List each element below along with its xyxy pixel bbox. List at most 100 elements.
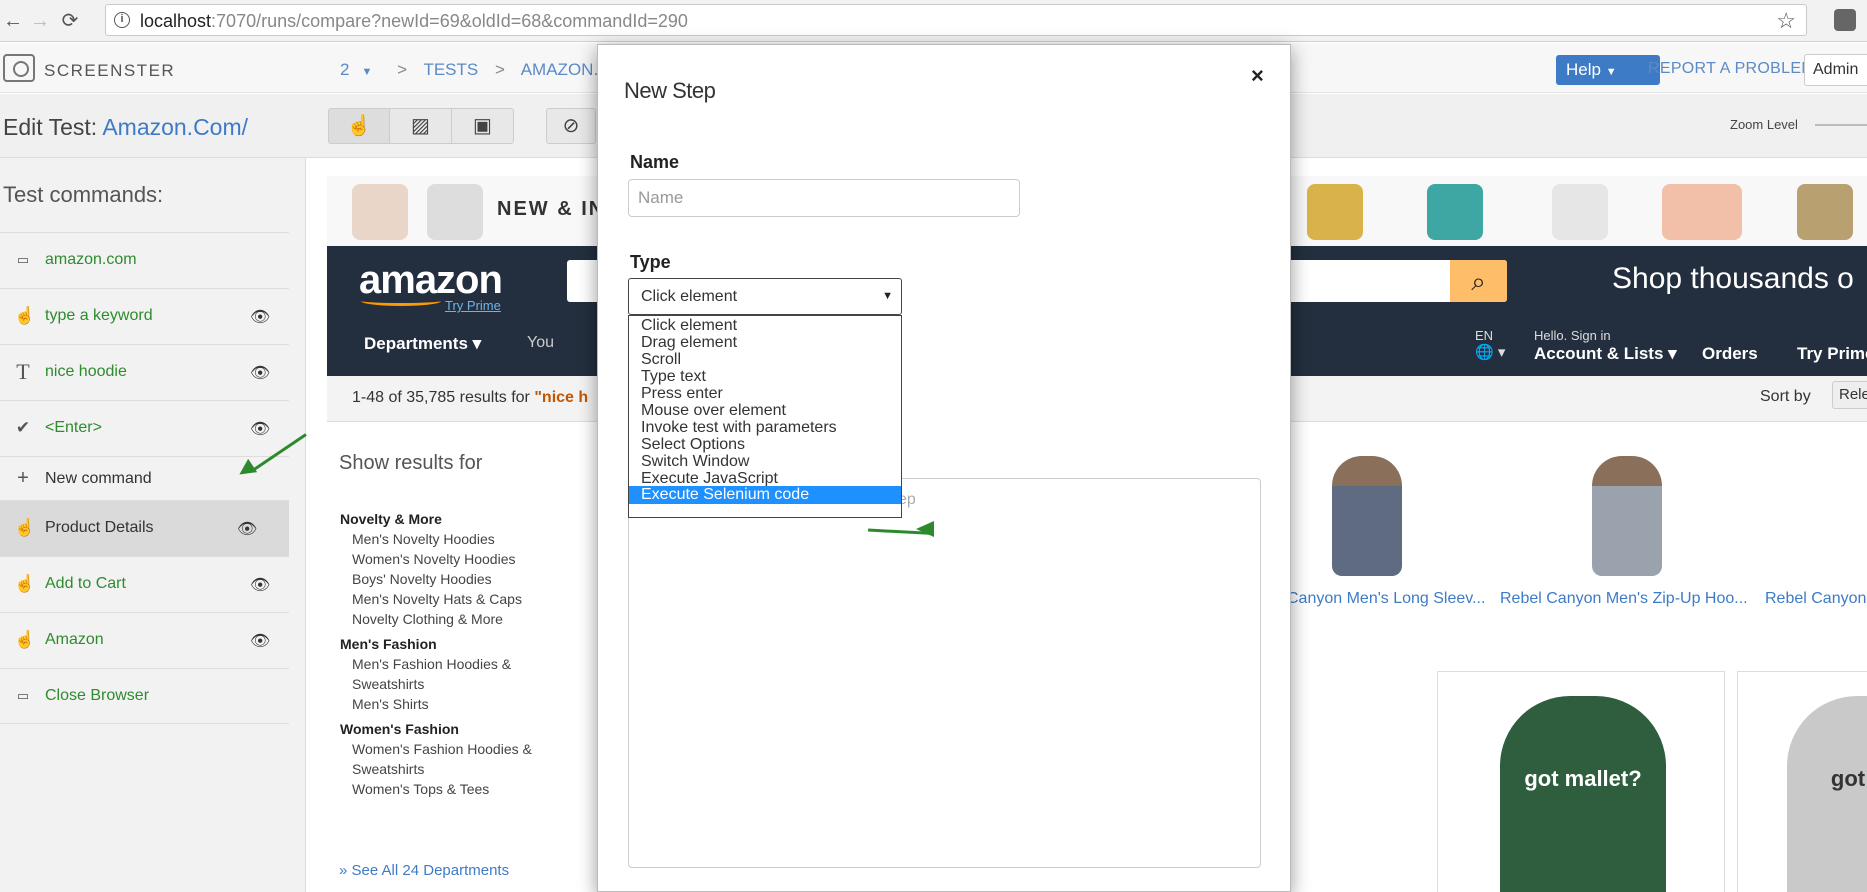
filter-link[interactable]: Women's Novelty Hoodies — [352, 551, 515, 567]
brand-name: SCREENSTER — [44, 61, 176, 80]
promo-text: NEW & IN — [497, 198, 606, 220]
pointer-tool-button[interactable]: ☝ — [328, 108, 390, 144]
filter-category[interactable]: Women's Fashion — [340, 721, 459, 737]
filter-link[interactable]: Men's Novelty Hats & Caps — [352, 591, 522, 607]
type-label: Type — [630, 252, 671, 272]
eye-icon[interactable]: 👁 — [237, 519, 257, 539]
forward-icon[interactable]: → — [27, 8, 53, 34]
extension-icon[interactable] — [1834, 9, 1856, 31]
filter-link[interactable]: Sweatshirts — [352, 676, 424, 692]
promo-thumbnail — [352, 184, 408, 240]
pointer-icon: ☝ — [14, 574, 36, 593]
test-title[interactable]: Amazon.Com/ — [102, 114, 248, 140]
try-prime-nav-link[interactable]: Try Prime — [1797, 344, 1867, 364]
reload-icon[interactable]: ⟳ — [57, 8, 83, 34]
product-title[interactable]: Canyon Men's Long Sleev... — [1287, 590, 1485, 608]
product-image[interactable] — [1332, 456, 1402, 576]
eye-icon[interactable]: 👁 — [250, 363, 270, 383]
command-item[interactable]: ☝ Amazon 👁 — [0, 612, 289, 668]
name-label: Name — [630, 152, 680, 172]
departments-menu[interactable]: Departments ▾ — [364, 334, 481, 354]
page-title: Edit Test: Amazon.Com/ — [3, 114, 249, 140]
command-item[interactable]: ▭ Close Browser — [0, 668, 289, 724]
type-option-highlighted[interactable]: Execute Selenium code — [629, 486, 901, 504]
address-bar[interactable]: i localhost:7070/runs/compare?newId=69&o… — [105, 4, 1807, 36]
breadcrumb-separator: > — [397, 60, 408, 79]
try-prime-link[interactable]: Try Prime — [445, 298, 501, 313]
command-label: type a keyword — [45, 307, 153, 324]
command-item[interactable]: ✔ <Enter> 👁 — [0, 400, 289, 456]
ignore-region-tool-button[interactable]: ▨ — [390, 108, 452, 144]
eye-icon[interactable]: 👁 — [250, 575, 270, 595]
command-item[interactable]: ☝ Add to Cart 👁 — [0, 556, 289, 612]
command-label: New command — [45, 470, 152, 487]
back-icon[interactable]: ← — [0, 8, 26, 34]
report-problem-link[interactable]: REPORT A PROBLEM — [1648, 60, 1815, 78]
eye-icon[interactable]: 👁 — [250, 419, 270, 439]
product-title[interactable]: Rebel Canyon Men's Zip-Up Hoo... — [1500, 590, 1748, 608]
product-title[interactable]: Rebel Canyon — [1765, 590, 1866, 608]
pointer-icon: ☝ — [14, 630, 36, 649]
command-item[interactable]: ☝ type a keyword 👁 — [0, 288, 289, 344]
new-step-modal: New Step × Name Type ep Click element ▼ … — [597, 44, 1291, 892]
amazon-smile-icon — [361, 296, 441, 306]
sidebar-title: Test commands: — [3, 182, 164, 207]
bookmark-star-icon[interactable]: ☆ — [1776, 8, 1796, 34]
type-select[interactable]: Click element ▼ — [628, 278, 902, 315]
text-icon: T — [16, 359, 30, 384]
disable-icon-button[interactable]: ⊘ — [546, 108, 596, 144]
browser-icon: ▭ — [16, 252, 30, 267]
filter-category[interactable]: Novelty & More — [340, 511, 442, 527]
promo-thumbnail — [1662, 184, 1742, 240]
breadcrumb-tests[interactable]: TESTS — [423, 60, 478, 79]
command-label: Add to Cart — [45, 575, 126, 592]
browser-icon: ▭ — [16, 688, 30, 703]
orders-link[interactable]: Orders — [1702, 344, 1758, 364]
filter-heading: Show results for — [339, 452, 483, 474]
product-image[interactable] — [1592, 456, 1662, 576]
command-item-selected[interactable]: ☝ Product Details 👁 — [0, 500, 289, 556]
filter-link[interactable]: Sweatshirts — [352, 761, 424, 777]
plus-icon: + — [17, 467, 29, 489]
filter-link[interactable]: Women's Fashion Hoodies & — [352, 741, 532, 757]
product-hoodie-image[interactable]: got jet l — [1787, 696, 1867, 892]
save-button[interactable]: ▣ — [452, 108, 514, 144]
search-icon[interactable]: ⌕ — [1450, 260, 1507, 302]
close-icon[interactable]: × — [1251, 63, 1264, 89]
command-label: nice hoodie — [45, 363, 127, 380]
filter-category[interactable]: Men's Fashion — [340, 636, 437, 652]
command-label: Amazon — [45, 631, 104, 648]
command-label: Product Details — [45, 519, 154, 536]
sort-select[interactable]: Releva — [1832, 381, 1867, 409]
pointer-icon: ☝ — [14, 518, 36, 537]
name-input[interactable] — [628, 179, 1020, 217]
command-item[interactable]: ▭ amazon.com — [0, 232, 289, 288]
step-code-textarea[interactable] — [628, 478, 1261, 868]
help-button[interactable]: Help ▼ — [1556, 55, 1660, 85]
eye-icon[interactable]: 👁 — [250, 631, 270, 651]
filter-link[interactable]: Women's Tops & Tees — [352, 781, 489, 797]
dropdown-caret-icon: ▼ — [882, 290, 893, 302]
filter-link[interactable]: Novelty Clothing & More — [352, 611, 503, 627]
language-selector[interactable]: EN 🌐 ▾ — [1475, 328, 1505, 361]
promo-thumbnail — [1427, 184, 1483, 240]
account-lists-menu[interactable]: Account & Lists ▾ — [1534, 344, 1677, 364]
chevron-down-icon[interactable]: ▼ — [361, 66, 372, 78]
command-item[interactable]: T nice hoodie 👁 — [0, 344, 289, 400]
user-menu[interactable]: Admin — [1804, 54, 1867, 86]
eye-icon[interactable]: 👁 — [250, 307, 270, 327]
info-icon[interactable]: i — [114, 12, 130, 28]
zoom-slider[interactable] — [1815, 124, 1867, 126]
see-all-departments-link[interactable]: » See All 24 Departments — [339, 862, 509, 879]
product-hoodie-image[interactable]: got mallet? — [1500, 696, 1666, 892]
type-options-list: Click element Drag element Scroll Type t… — [628, 315, 902, 518]
filter-link[interactable]: Men's Novelty Hoodies — [352, 531, 495, 547]
filter-link[interactable]: Boys' Novelty Hoodies — [352, 571, 492, 587]
filter-link[interactable]: Men's Shirts — [352, 696, 429, 712]
breadcrumb-project[interactable]: 2 — [340, 60, 349, 79]
annotation-arrowhead — [916, 521, 934, 537]
url-text: localhost:7070/runs/compare?newId=69&old… — [140, 11, 688, 31]
breadcrumb-separator: > — [494, 60, 505, 79]
nav-link[interactable]: You — [527, 334, 554, 352]
filter-link[interactable]: Men's Fashion Hoodies & — [352, 656, 511, 672]
